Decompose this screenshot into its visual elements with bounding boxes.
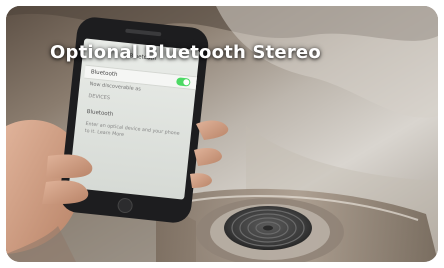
footer-text: Enter an optical device and your phone t… bbox=[84, 121, 180, 139]
toggle-knob bbox=[183, 78, 190, 86]
section-label: Bluetooth bbox=[86, 109, 114, 118]
bluetooth-toggle[interactable] bbox=[175, 77, 191, 87]
bluetooth-row-label: Bluetooth bbox=[90, 69, 118, 78]
product-feature-card: Bluetooth Bluetooth Now discoverable as … bbox=[6, 6, 438, 262]
phone-screen-ui: Bluetooth Bluetooth Now discoverable as … bbox=[73, 43, 200, 200]
devices-header: DEVICES bbox=[88, 93, 111, 102]
feature-caption: Optional Bluetooth Stereo bbox=[50, 42, 321, 63]
